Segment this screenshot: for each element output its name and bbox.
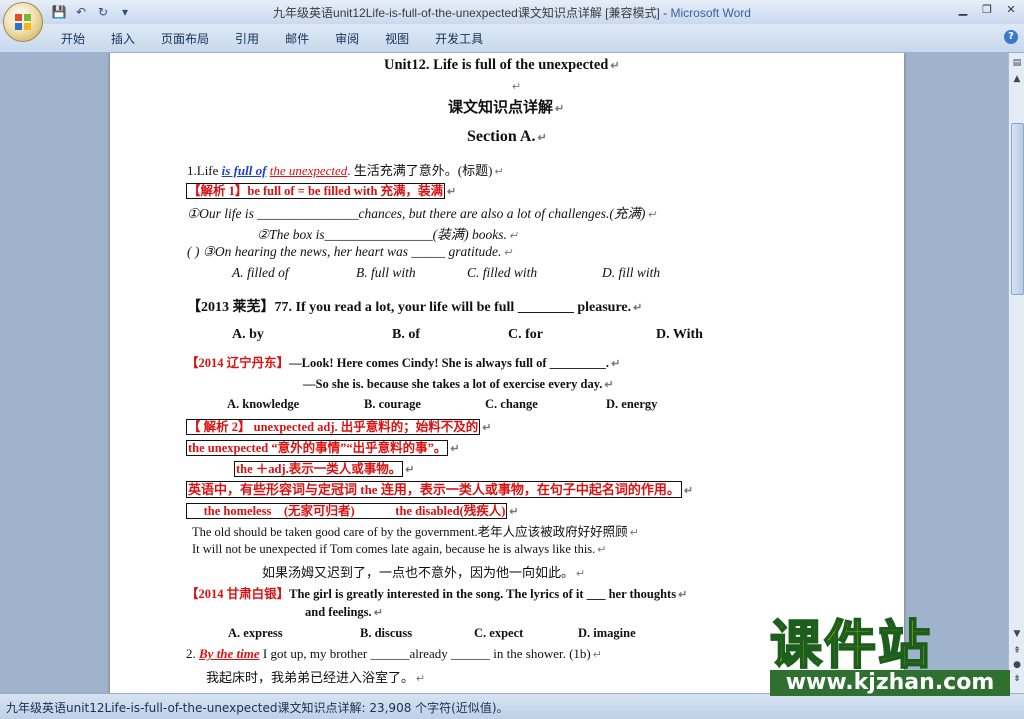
watermark-url: www.kjzhan.com (770, 670, 1010, 696)
title-bar: 💾 ↶ ↻ ▾ 九年级英语unit12Life-is-full-of-the-u… (0, 0, 1024, 24)
doc-line-3: Section A. ↵ (467, 128, 547, 145)
doc-line-22: 如果汤姆又迟到了，一点也不意外，因为他一向如此。 ↵ (262, 565, 586, 580)
tab-review[interactable]: 审阅 (322, 30, 372, 47)
tab-references[interactable]: 引用 (222, 30, 272, 47)
window-title-doc: 九年级英语unit12Life-is-full-of-the-unexpecte… (273, 6, 671, 20)
status-text: 九年级英语unit12Life-is-full-of-the-unexpecte… (6, 701, 509, 715)
tab-home[interactable]: 开始 (48, 30, 98, 47)
doc-line-13: —So she is. because she takes a lot of e… (303, 377, 614, 391)
vertical-scrollbar[interactable]: ▤ ▲ ▼ ⇞ ● ⇟ (1008, 53, 1024, 693)
doc-line-10: 【2013 莱芜】77. If you read a lot, your lif… (187, 300, 643, 315)
doc-line-26: 2. By the time I got up, my brother ____… (186, 646, 602, 661)
doc-line-5: 【解析 1】be full of = be filled with 充满，装满 ↵ (186, 183, 457, 199)
doc-line-16: the unexpected “意外的事情”“出乎意料的事”。 ↵ (186, 440, 460, 456)
doc-line-17: the ＋adj.表示一类人或事物。 ↵ (234, 461, 415, 477)
scroll-down-icon[interactable]: ▼ (1011, 628, 1023, 640)
office-logo-icon (15, 14, 31, 30)
doc-line-24: and feelings. ↵ (305, 605, 383, 619)
doc-line-12: 【2014 辽宁丹东】—Look! Here comes Cindy! She … (186, 356, 621, 370)
doc-line-18: 英语中，有些形容词与定冠词 the 连用，表示一类人或事物，在句子中起名词的作用… (186, 481, 694, 498)
empty-paragraph: ↵ (512, 81, 522, 93)
doc-line-8: ( ) ③On hearing the news, her heart was … (187, 244, 513, 259)
document-page[interactable]: Unit12. Life is full of the unexpected ↵ … (110, 53, 904, 693)
maximize-icon[interactable]: ❐ (978, 2, 996, 18)
tab-mailings[interactable]: 邮件 (272, 30, 322, 47)
status-bar: 九年级英语unit12Life-is-full-of-the-unexpecte… (0, 693, 1024, 719)
previous-page-icon[interactable]: ⇞ (1011, 645, 1023, 657)
next-page-icon[interactable]: ⇟ (1011, 673, 1023, 685)
doc-line-15: 【 解析 2】 unexpected adj. 出乎意料的；始料不及的 ↵ (186, 419, 492, 435)
window-controls: ▁ ❐ ✕ (954, 2, 1020, 18)
document-workspace: Unit12. Life is full of the unexpected ↵ … (0, 53, 1008, 693)
doc-line-23: 【2014 甘肃白银】The girl is greatly intereste… (186, 587, 688, 601)
ribbon-tabs: 开始 插入 页面布局 引用 邮件 审阅 视图 开发工具 (48, 30, 496, 47)
doc-line-4: 1.Life is full of the unexpected. 生活充满了意… (187, 163, 504, 178)
doc-line-19: the homeless (无家可归者) the disabled(残疾人) ↵ (186, 503, 519, 519)
tab-page-layout[interactable]: 页面布局 (148, 30, 222, 47)
doc-line-1: Unit12. Life is full of the unexpected ↵ (384, 57, 620, 73)
doc-line-2: 课文知识点详解 ↵ (448, 100, 565, 116)
window-title: 九年级英语unit12Life-is-full-of-the-unexpecte… (0, 4, 1024, 21)
doc-line-21: It will not be unexpected if Tom comes l… (192, 542, 607, 556)
ribbon: 开始 插入 页面布局 引用 邮件 审阅 视图 开发工具 ? (0, 24, 1024, 53)
minimize-icon[interactable]: ▁ (954, 2, 972, 18)
doc-line-6: ①Our life is _______________chances, but… (187, 206, 657, 221)
office-button[interactable] (3, 2, 43, 42)
close-icon[interactable]: ✕ (1002, 2, 1020, 18)
doc-line-27: 我起床时，我弟弟已经进入浴室了。 ↵ (206, 670, 426, 685)
tab-developer[interactable]: 开发工具 (422, 30, 496, 47)
watermark-logo: 课件站 www.kjzhan.com (769, 616, 1010, 696)
help-icon[interactable]: ? (1004, 30, 1018, 44)
scroll-up-icon[interactable]: ▲ (1011, 73, 1023, 85)
ruler-toggle-icon[interactable]: ▤ (1011, 57, 1023, 69)
scrollbar-thumb[interactable] (1011, 123, 1024, 295)
doc-line-20: The old should be taken good care of by … (192, 525, 639, 539)
doc-line-7: ②The box is________________(装满) books. ↵ (257, 227, 519, 242)
tab-insert[interactable]: 插入 (98, 30, 148, 47)
watermark-title: 课件站 (769, 616, 933, 676)
window-title-app: Microsoft Word (670, 6, 751, 20)
tab-view[interactable]: 视图 (372, 30, 422, 47)
browse-object-icon[interactable]: ● (1011, 659, 1023, 671)
